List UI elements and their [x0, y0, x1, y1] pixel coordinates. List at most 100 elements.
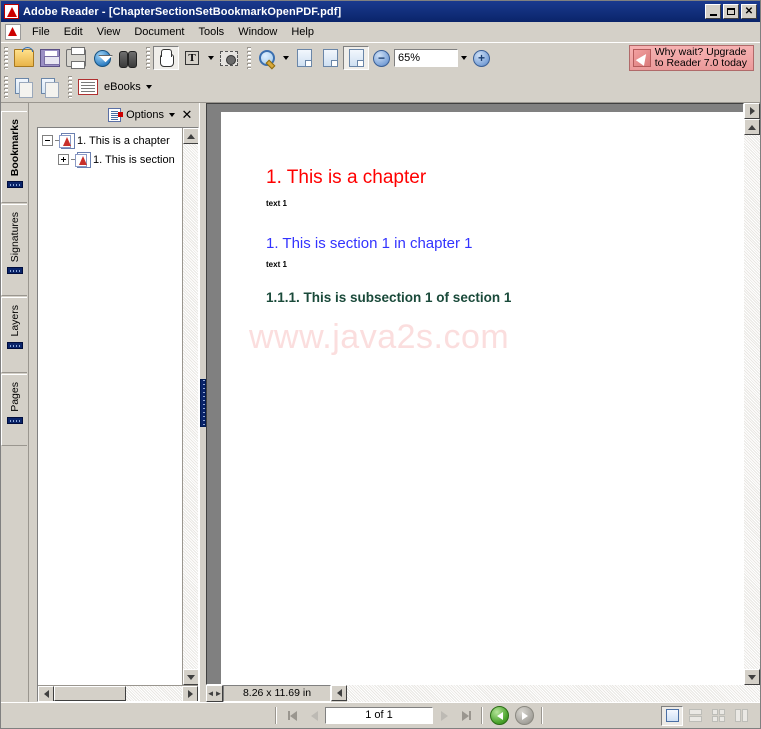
document-bottom-bar: ◄► 8.26 x 11.69 in — [206, 685, 760, 702]
last-page-button[interactable] — [455, 706, 477, 726]
toolbar-grip[interactable] — [4, 47, 8, 69]
text-select-glyph: T — [185, 51, 199, 65]
bookmarks-tree: 1. This is a chapter 1. This is section — [38, 128, 182, 685]
scroll-track[interactable] — [126, 686, 182, 701]
close-button[interactable]: ✕ — [741, 4, 757, 19]
triangle-right-icon — [749, 107, 755, 115]
previous-view-button[interactable] — [11, 75, 37, 99]
hand-tool-button[interactable] — [153, 46, 179, 70]
toolbar-grip[interactable] — [146, 47, 150, 69]
snapshot-tool-button[interactable] — [216, 46, 242, 70]
bookmarks-vertical-scrollbar[interactable] — [182, 128, 198, 685]
save-button[interactable] — [37, 46, 63, 70]
horizontal-scroll-thumb[interactable] — [54, 686, 126, 701]
save-floppy-icon — [40, 49, 60, 67]
menu-item-view[interactable]: View — [90, 24, 128, 40]
toolbar-group-file — [1, 44, 143, 72]
snapshot-camera-icon — [220, 50, 238, 66]
scroll-track[interactable] — [744, 135, 760, 669]
single-page-layout-button[interactable] — [661, 705, 683, 726]
menu-item-document[interactable]: Document — [127, 24, 191, 40]
bookmark-pdf-icon — [75, 152, 91, 168]
scroll-top-button[interactable] — [744, 103, 760, 119]
zoom-out-button[interactable]: − — [373, 49, 390, 67]
fit-page-button[interactable] — [317, 46, 343, 70]
chevron-down-icon — [460, 56, 467, 60]
sidebar-tab-bookmarks[interactable]: Bookmarks — [1, 111, 27, 203]
toolbar-grip[interactable] — [247, 47, 251, 69]
document-vertical-scrollbar[interactable] — [744, 103, 760, 685]
menu-item-help[interactable]: Help — [284, 24, 321, 40]
go-back-button[interactable] — [490, 706, 509, 725]
first-page-button[interactable] — [281, 706, 303, 726]
select-text-tool-button[interactable]: T — [179, 46, 205, 70]
chevron-down-icon — [207, 56, 214, 60]
email-button[interactable] — [89, 46, 115, 70]
search-button[interactable] — [115, 46, 141, 70]
tab-grip-icon — [6, 267, 23, 275]
triangle-left-icon — [43, 690, 49, 698]
page-resize-grip[interactable]: ◄► — [206, 685, 223, 702]
doc-horizontal-scroll-track[interactable] — [347, 685, 760, 702]
toolbar-row-secondary: eBooks — [1, 73, 760, 101]
page-layout-buttons — [661, 705, 756, 726]
toolbar-grip[interactable] — [4, 76, 8, 98]
scroll-up-button[interactable] — [744, 119, 760, 135]
actual-size-button[interactable] — [291, 46, 317, 70]
toolbar-grip[interactable] — [68, 76, 72, 98]
menu-item-tools[interactable]: Tools — [192, 24, 232, 40]
page-number-input[interactable]: 1 of 1 — [325, 707, 433, 724]
ebooks-label[interactable]: eBooks — [101, 81, 144, 93]
bookmark-item-chapter[interactable]: 1. This is a chapter — [42, 131, 182, 150]
maximize-button[interactable] — [723, 4, 739, 19]
expander-minus-icon[interactable] — [42, 135, 53, 146]
facing-layout-button[interactable] — [707, 706, 729, 726]
previous-view-icon — [14, 78, 34, 98]
bookmarks-panel: Options ✕ 1. This is a chapter 1. This i… — [29, 103, 199, 702]
adobe-reader-window: Adobe Reader - [ChapterSectionSetBookmar… — [0, 0, 761, 729]
continuous-layout-button[interactable] — [684, 706, 706, 726]
zoom-tool-button[interactable] — [254, 46, 280, 70]
ebooks-button[interactable] — [75, 75, 101, 99]
bookmark-item-section[interactable]: 1. This is section — [42, 150, 182, 169]
magnifier-icon — [258, 49, 276, 67]
doc-scroll-left-button[interactable] — [331, 685, 347, 701]
toolbar-area: T − 65% + Why wait? Upgrade to Reader 7.… — [1, 42, 760, 102]
scroll-down-button[interactable] — [744, 669, 760, 685]
menu-item-window[interactable]: Window — [231, 24, 284, 40]
menu-item-file[interactable]: File — [25, 24, 57, 40]
previous-page-button[interactable] — [303, 706, 325, 726]
go-forward-button[interactable] — [515, 706, 534, 725]
panel-splitter[interactable] — [199, 103, 206, 702]
scroll-right-button[interactable] — [182, 686, 198, 701]
bookmarks-horizontal-scrollbar[interactable] — [38, 685, 198, 701]
minimize-button[interactable] — [705, 4, 721, 19]
menu-item-edit[interactable]: Edit — [57, 24, 90, 40]
open-file-button[interactable] — [11, 46, 37, 70]
document-viewport[interactable]: 1. This is a chapter text 1 1. This is s… — [206, 103, 744, 685]
print-button[interactable] — [63, 46, 89, 70]
upgrade-banner[interactable]: Why wait? Upgrade to Reader 7.0 today — [628, 45, 754, 71]
scroll-left-button[interactable] — [38, 686, 54, 701]
select-tool-dropdown-arrow[interactable] — [205, 46, 216, 70]
options-label[interactable]: Options — [126, 109, 164, 121]
scroll-track[interactable] — [183, 144, 198, 669]
fit-width-button[interactable] — [343, 46, 369, 70]
next-page-button[interactable] — [433, 706, 455, 726]
scroll-up-button[interactable] — [183, 128, 198, 144]
zoom-level-dropdown-arrow[interactable] — [458, 46, 469, 70]
close-panel-button[interactable]: ✕ — [179, 107, 195, 123]
expander-plus-icon[interactable] — [58, 154, 69, 165]
watermark-text: www.java2s.com — [249, 318, 510, 356]
zoom-tool-dropdown-arrow[interactable] — [280, 46, 291, 70]
ebooks-dropdown-arrow[interactable] — [144, 75, 155, 99]
sidebar-tab-pages[interactable]: Pages — [1, 374, 27, 446]
continuous-facing-layout-button[interactable] — [730, 706, 752, 726]
zoom-level-input[interactable]: 65% — [394, 49, 458, 67]
next-view-button[interactable] — [37, 75, 63, 99]
zoom-in-button[interactable]: + — [473, 49, 490, 67]
sidebar-tab-signatures[interactable]: Signatures — [1, 204, 27, 296]
options-dropdown-arrow[interactable] — [166, 108, 177, 122]
sidebar-tab-layers[interactable]: Layers — [1, 297, 27, 373]
scroll-down-button[interactable] — [183, 669, 198, 685]
